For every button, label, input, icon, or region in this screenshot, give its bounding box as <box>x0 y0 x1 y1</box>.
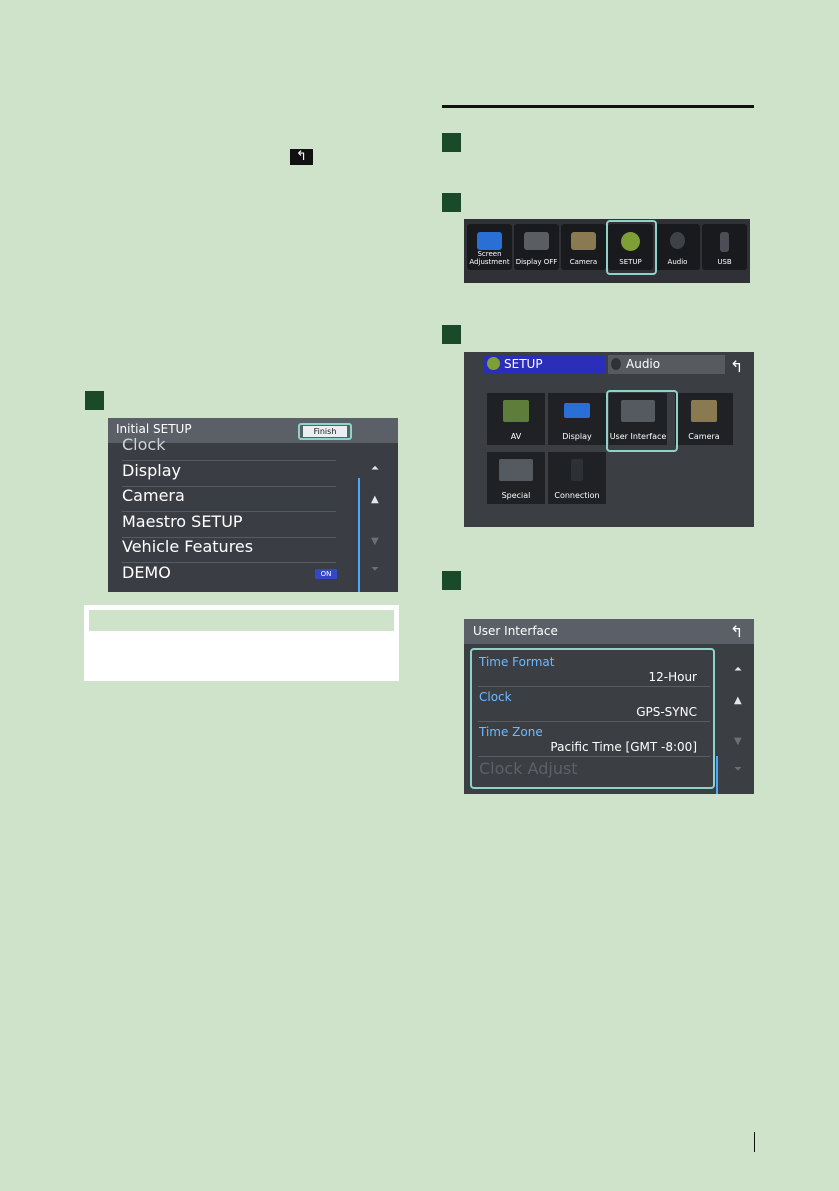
special-icon <box>499 459 533 481</box>
scrollbar[interactable] <box>358 478 360 592</box>
user-interface-header: User Interface ↰ <box>464 619 754 644</box>
tile-label: AV <box>510 432 522 441</box>
step-marker <box>442 133 461 152</box>
list-item-clock[interactable]: Clock <box>122 435 336 461</box>
scroll-top-icon[interactable]: ⏶ <box>734 664 742 675</box>
scroll-up-icon[interactable]: ▲ <box>371 494 379 505</box>
selection-highlight <box>470 648 715 789</box>
tile-label: Display OFF <box>515 258 558 266</box>
phone-icon <box>571 459 583 481</box>
note-header-band <box>89 610 394 631</box>
step-marker <box>442 193 461 212</box>
menu-tile-display[interactable]: Display <box>548 393 606 445</box>
scroll-top-icon[interactable]: ⏶ <box>371 463 379 474</box>
tab-audio[interactable]: Audio <box>608 355 725 374</box>
page-edge-marker <box>754 1132 755 1152</box>
display-icon <box>564 403 590 418</box>
tile-label: Screen Adjustment <box>469 250 510 266</box>
scroll-up-icon[interactable]: ▲ <box>734 695 742 706</box>
demo-on-badge[interactable]: ON <box>315 569 337 579</box>
scroll-bottom-icon[interactable]: ⏷ <box>371 564 379 575</box>
gear-icon <box>487 357 500 370</box>
tile-usb[interactable]: USB <box>702 224 747 270</box>
display-off-icon <box>524 232 549 250</box>
camera-icon <box>691 400 717 422</box>
tile-label: Camera <box>569 258 598 266</box>
tile-label: Special <box>501 491 531 500</box>
list-item-vehicle-features[interactable]: Vehicle Features <box>122 537 336 563</box>
screen-adjustment-icon <box>477 232 502 250</box>
tile-label: USB <box>717 258 732 266</box>
list-item-camera[interactable]: Camera <box>122 486 336 512</box>
initial-setup-title: Initial SETUP <box>116 422 192 436</box>
scroll-down-icon[interactable]: ▼ <box>371 536 379 547</box>
menu-tile-av[interactable]: AV <box>487 393 545 445</box>
scroll-down-icon[interactable]: ▼ <box>734 736 742 747</box>
av-icon <box>503 400 529 422</box>
user-interface-screen: User Interface ↰ Time Format 12-Hour Clo… <box>464 619 754 794</box>
menu-tile-special[interactable]: Special <box>487 452 545 504</box>
home-bar-screen: Screen Adjustment Display OFF Camera SET… <box>464 219 750 283</box>
selection-highlight <box>606 220 657 275</box>
back-icon: ↰ <box>290 149 313 165</box>
tile-screen-adjustment[interactable]: Screen Adjustment <box>467 224 512 270</box>
initial-setup-screen: Initial SETUP Finish Clock Display Camer… <box>108 418 398 592</box>
section-rule <box>442 105 754 108</box>
camera-icon <box>571 232 596 250</box>
setup-menu-screen: SETUP Audio ↰ AV Display User Interface … <box>464 352 754 527</box>
tile-label: Camera <box>688 432 720 441</box>
tile-label: Audio <box>667 258 688 266</box>
scrollbar[interactable] <box>716 756 718 794</box>
menu-tile-camera[interactable]: Camera <box>675 393 733 445</box>
list-item-display[interactable]: Display <box>122 461 336 487</box>
tile-camera[interactable]: Camera <box>561 224 606 270</box>
step-marker <box>85 391 104 410</box>
tab-setup[interactable]: SETUP <box>484 355 605 374</box>
audio-icon <box>611 358 621 370</box>
scroll-bottom-icon[interactable]: ⏷ <box>734 764 742 775</box>
back-button[interactable]: ↰ <box>730 622 743 641</box>
back-button[interactable]: ↰ <box>730 357 743 376</box>
tile-display-off[interactable]: Display OFF <box>514 224 559 270</box>
tile-label: Display <box>562 432 592 441</box>
list-item-demo[interactable]: DEMO <box>122 563 336 588</box>
note-box <box>84 605 399 681</box>
audio-icon <box>670 232 685 249</box>
user-interface-title: User Interface <box>473 624 558 638</box>
menu-tile-connection[interactable]: Connection <box>548 452 606 504</box>
tile-label: Connection <box>554 491 600 500</box>
tab-setup-label: SETUP <box>504 357 543 371</box>
tile-audio[interactable]: Audio <box>655 224 700 270</box>
selection-highlight <box>606 390 678 452</box>
list-item-maestro-setup[interactable]: Maestro SETUP <box>122 512 336 538</box>
usb-icon <box>720 232 729 252</box>
tab-audio-label: Audio <box>626 357 661 371</box>
step-marker <box>442 325 461 344</box>
step-marker <box>442 571 461 590</box>
